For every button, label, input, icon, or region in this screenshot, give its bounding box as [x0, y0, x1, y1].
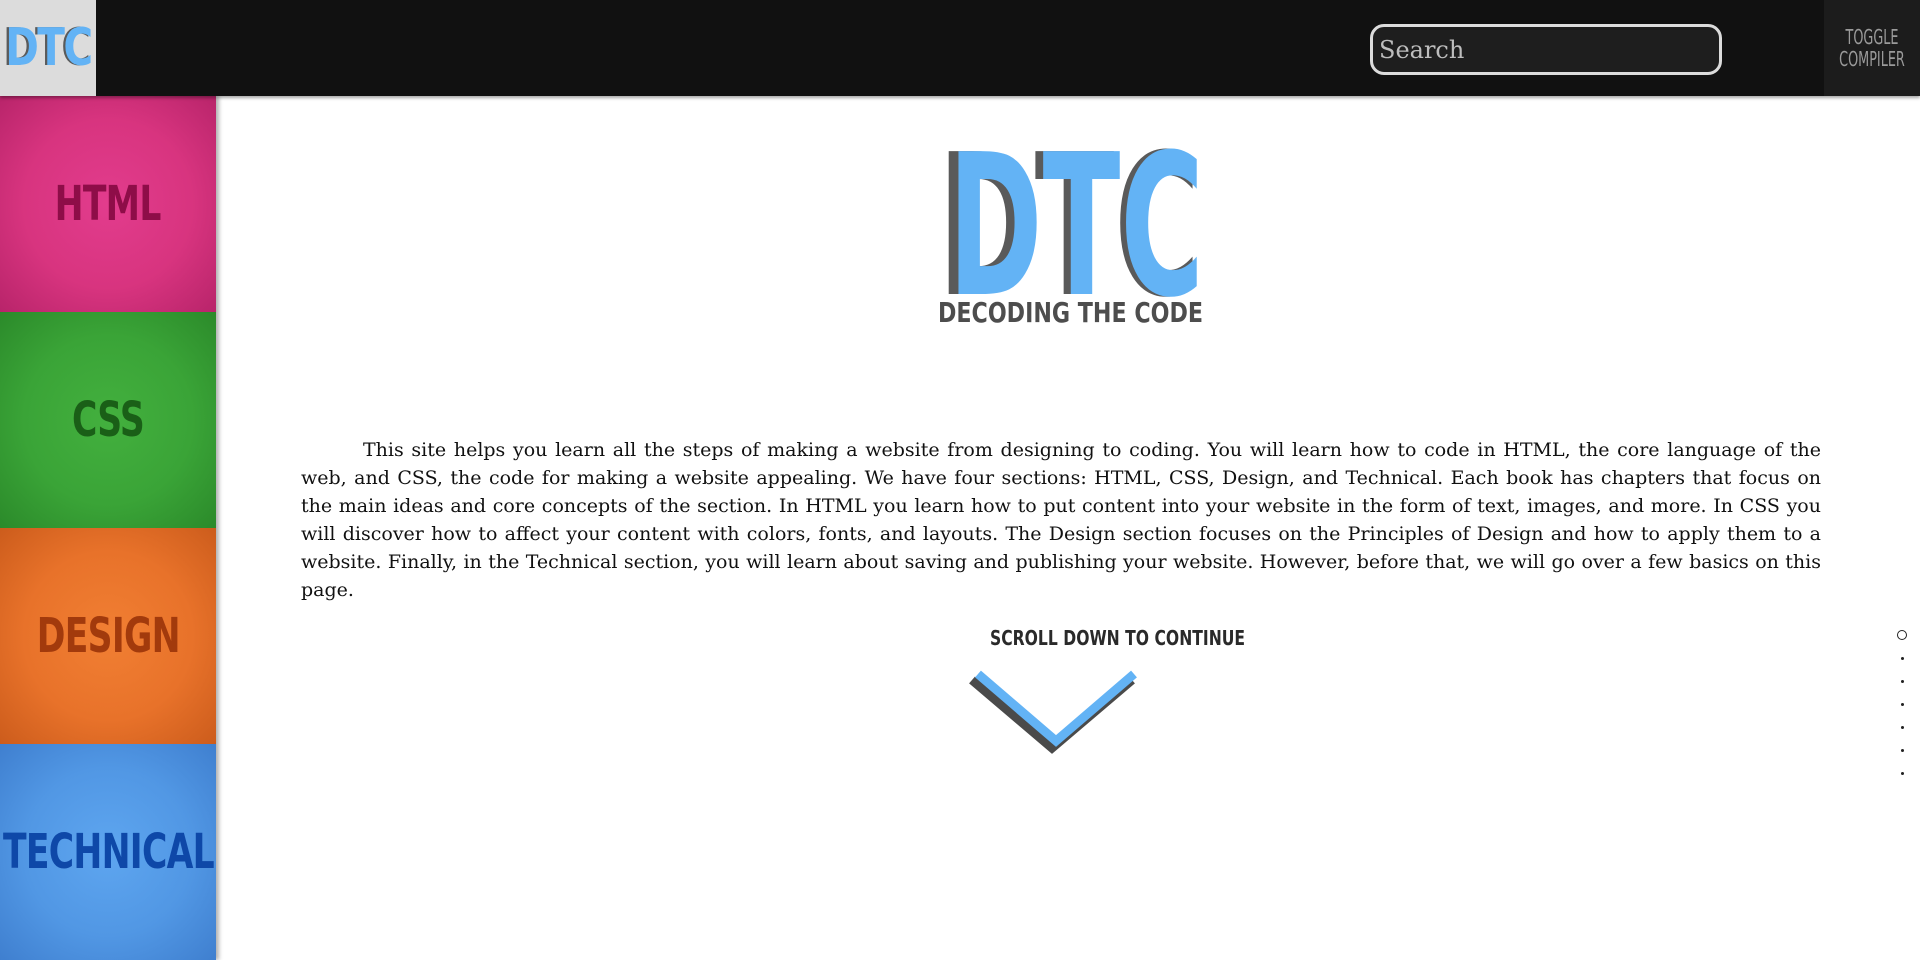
toggle-compiler-button[interactable]: TOGGLE COMPILER	[1824, 0, 1920, 96]
section-dot[interactable]	[1896, 629, 1908, 641]
toggle-compiler-label-line1: TOGGLE	[1845, 25, 1899, 49]
top-bar: DTC TOGGLE COMPILER	[0, 0, 1920, 96]
scroll-down-chevron-icon[interactable]	[964, 668, 1144, 758]
sidebar-item-css[interactable]: CSS	[0, 312, 216, 528]
sidebar-item-technical[interactable]: TECHNICAL	[0, 744, 216, 960]
sidebar-item-technical-label: TECHNICAL	[2, 824, 215, 880]
section-sidebar: HTML CSS DESIGN TECHNICAL	[0, 96, 216, 960]
intro-paragraph: This site helps you learn all the steps …	[301, 439, 1821, 601]
sidebar-item-html[interactable]: HTML	[0, 96, 216, 312]
section-dot[interactable]	[1896, 698, 1908, 710]
scroll-hint: SCROLL DOWN TO CONTINUE	[954, 626, 1245, 650]
section-dot[interactable]	[1896, 767, 1908, 779]
section-dot[interactable]	[1896, 652, 1908, 664]
sidebar-item-design[interactable]: DESIGN	[0, 528, 216, 744]
scroll-hint-label: SCROLL DOWN TO CONTINUE	[989, 626, 1246, 650]
toggle-compiler-label-line2: COMPILER	[1839, 47, 1905, 71]
sidebar-item-css-label: CSS	[71, 392, 145, 448]
hero-logo: DTC DTC DECODING THE CODE	[936, 113, 1206, 341]
site-logo-text: DTC	[4, 18, 93, 78]
section-dot[interactable]	[1896, 744, 1908, 756]
hero-logo-graphic: DTC DTC DECODING THE CODE	[938, 113, 1204, 341]
sidebar-item-html-label: HTML	[54, 176, 162, 232]
section-dot-navigation	[1894, 629, 1910, 790]
sidebar-item-design-label: DESIGN	[36, 608, 180, 664]
search-input[interactable]	[1370, 24, 1722, 75]
section-dot[interactable]	[1896, 675, 1908, 687]
main-content: LTER:DROP-SHADOW(0PX 0PX 5PX #222)BACKGR…	[216, 96, 1920, 960]
hero-tagline: DECODING THE CODE	[938, 296, 1203, 326]
section-dot[interactable]	[1896, 721, 1908, 733]
site-logo-button[interactable]: DTC	[0, 0, 96, 96]
